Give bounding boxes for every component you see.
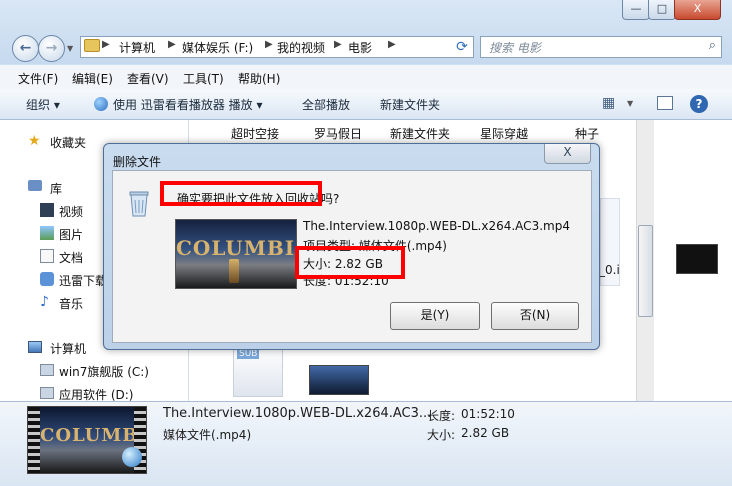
breadcrumb-drive-f[interactable]: 媒体娱乐 (F:) xyxy=(182,39,253,56)
sidebar-item-documents[interactable]: 文档 xyxy=(59,249,83,266)
preview-pane-icon[interactable] xyxy=(657,96,673,110)
details-length-label: 长度: xyxy=(427,409,456,423)
recent-pages-dropdown-icon[interactable]: ▼ xyxy=(67,44,73,53)
search-icon[interactable]: ⌕ xyxy=(709,38,716,53)
thumbnail-logo-text: COLUMBIA xyxy=(176,236,296,260)
play-all-button[interactable]: 全部播放 xyxy=(302,96,350,113)
menu-edit[interactable]: 编辑(E) xyxy=(72,70,113,87)
maximize-button[interactable]: □ xyxy=(648,0,676,20)
folder-item-label[interactable]: 超时空接 xyxy=(231,125,279,142)
player-badge-icon xyxy=(122,447,142,467)
minimize-button[interactable]: — xyxy=(622,0,650,20)
scrollbar-thumb[interactable] xyxy=(638,225,653,317)
address-bar[interactable]: ▶ 计算机 ▶ 媒体娱乐 (F:) ▶ 我的视频 ▶ 电影 ▶ ▼ xyxy=(80,36,522,58)
thumbnail-logo-text: COLUMBIA xyxy=(40,425,146,446)
chevron-right-icon[interactable]: ▶ xyxy=(334,39,342,50)
video-file-icon[interactable] xyxy=(309,365,369,395)
thunder-download-icon xyxy=(40,272,54,286)
menu-file[interactable]: 文件(F) xyxy=(18,70,58,87)
partial-file-label[interactable]: _0.i xyxy=(599,263,620,277)
organize-button[interactable]: 组织 ▾ xyxy=(26,96,60,113)
search-placeholder: 搜索 电影 xyxy=(489,41,541,55)
video-frame: COLUMBIA xyxy=(176,220,296,288)
highlight-question-box xyxy=(160,181,322,206)
breadcrumb-my-videos[interactable]: 我的视频 xyxy=(277,39,325,56)
menu-bar: 文件(F) 编辑(E) 查看(V) 工具(T) 帮助(H) xyxy=(0,65,732,90)
highlight-size-box xyxy=(295,246,405,279)
breadcrumb-movies[interactable]: 电影 xyxy=(348,39,372,56)
search-input[interactable]: 搜索 电影 ⌕ xyxy=(480,36,722,58)
menu-help[interactable]: 帮助(H) xyxy=(238,70,280,87)
folder-item-label[interactable]: 新建文件夹 xyxy=(390,125,450,142)
menu-view[interactable]: 查看(V) xyxy=(127,70,169,87)
yes-button[interactable]: 是(Y) xyxy=(390,302,480,330)
picture-icon xyxy=(40,226,54,240)
new-folder-button[interactable]: 新建文件夹 xyxy=(380,96,440,113)
play-with-button[interactable]: 使用 迅雷看看播放器 播放 ▾ xyxy=(94,96,262,113)
breadcrumb-computer[interactable]: 计算机 xyxy=(119,39,155,56)
folder-icon xyxy=(84,39,100,52)
details-size-value: 2.82 GB xyxy=(461,426,510,440)
chevron-right-icon[interactable]: ▶ xyxy=(168,39,176,50)
view-options-icon[interactable]: ▦ xyxy=(602,95,618,111)
chevron-right-icon[interactable]: ▶ xyxy=(102,39,110,50)
forward-button[interactable]: → xyxy=(38,35,65,62)
star-icon: ★ xyxy=(28,133,41,149)
dialog-title: 删除文件 xyxy=(113,155,162,169)
details-size-label: 大小: xyxy=(427,428,456,442)
sidebar-item-drive-c[interactable]: win7旗舰版 (C:) xyxy=(59,363,149,380)
folder-item-label[interactable]: 星际穿越 xyxy=(480,125,528,142)
player-icon xyxy=(94,97,108,111)
drive-c-icon xyxy=(40,364,54,376)
close-button[interactable]: X xyxy=(674,0,721,20)
statue-shape xyxy=(229,259,239,283)
drive-d-icon xyxy=(40,387,54,399)
folder-item-label[interactable]: 种子 xyxy=(575,125,599,142)
computer-icon xyxy=(28,341,42,353)
chevron-right-icon[interactable]: ▶ xyxy=(388,39,396,50)
sidebar-item-computer[interactable]: 计算机 xyxy=(50,340,86,357)
details-file-type: 媒体文件(.mp4) xyxy=(163,428,252,442)
filmstrip-left xyxy=(28,407,40,473)
library-icon xyxy=(28,180,42,191)
sidebar-item-thunder[interactable]: 迅雷下载 xyxy=(59,272,107,289)
sidebar-item-music[interactable]: 音乐 xyxy=(59,295,83,312)
sidebar-item-pictures[interactable]: 图片 xyxy=(59,226,83,243)
details-thumbnail: COLUMBIA xyxy=(27,406,147,474)
menu-tools[interactable]: 工具(T) xyxy=(183,70,224,87)
dialog-file-name: The.Interview.1080p.WEB-DL.x264.AC3.mp4 xyxy=(303,219,570,233)
dialog-close-button[interactable]: X xyxy=(544,144,591,164)
sub-badge: SUB xyxy=(237,349,260,359)
music-icon: ♪ xyxy=(40,294,49,310)
recycle-bin-icon xyxy=(127,189,151,217)
command-toolbar: 组织 ▾ 使用 迅雷看看播放器 播放 ▾ 全部播放 新建文件夹 xyxy=(0,89,732,120)
subtitle-file-icon[interactable]: SUB xyxy=(233,345,283,397)
play-with-label: 使用 迅雷看看播放器 播放 ▾ xyxy=(113,98,263,112)
help-icon[interactable]: ? xyxy=(690,95,708,113)
document-icon xyxy=(40,249,54,263)
video-thumbnail-icon[interactable] xyxy=(676,244,718,274)
refresh-icon[interactable]: ⟳ xyxy=(452,37,472,57)
folder-item-label[interactable]: 罗马假日 xyxy=(314,125,362,142)
dialog-thumbnail: COLUMBIA xyxy=(175,219,297,289)
chevron-right-icon[interactable]: ▶ xyxy=(265,39,273,50)
no-button[interactable]: 否(N) xyxy=(491,302,579,330)
back-button[interactable]: ← xyxy=(12,35,39,62)
sidebar-item-videos[interactable]: 视频 xyxy=(59,203,83,220)
sidebar-item-favorites[interactable]: 收藏夹 xyxy=(50,134,86,151)
details-length-value: 01:52:10 xyxy=(461,407,515,421)
details-file-name: The.Interview.1080p.WEB-DL.x264.AC3... xyxy=(163,406,432,421)
video-frame: COLUMBIA xyxy=(40,407,146,473)
sidebar-item-library[interactable]: 库 xyxy=(50,180,62,197)
video-icon xyxy=(40,203,54,217)
view-dropdown-icon[interactable]: ▼ xyxy=(627,99,633,108)
